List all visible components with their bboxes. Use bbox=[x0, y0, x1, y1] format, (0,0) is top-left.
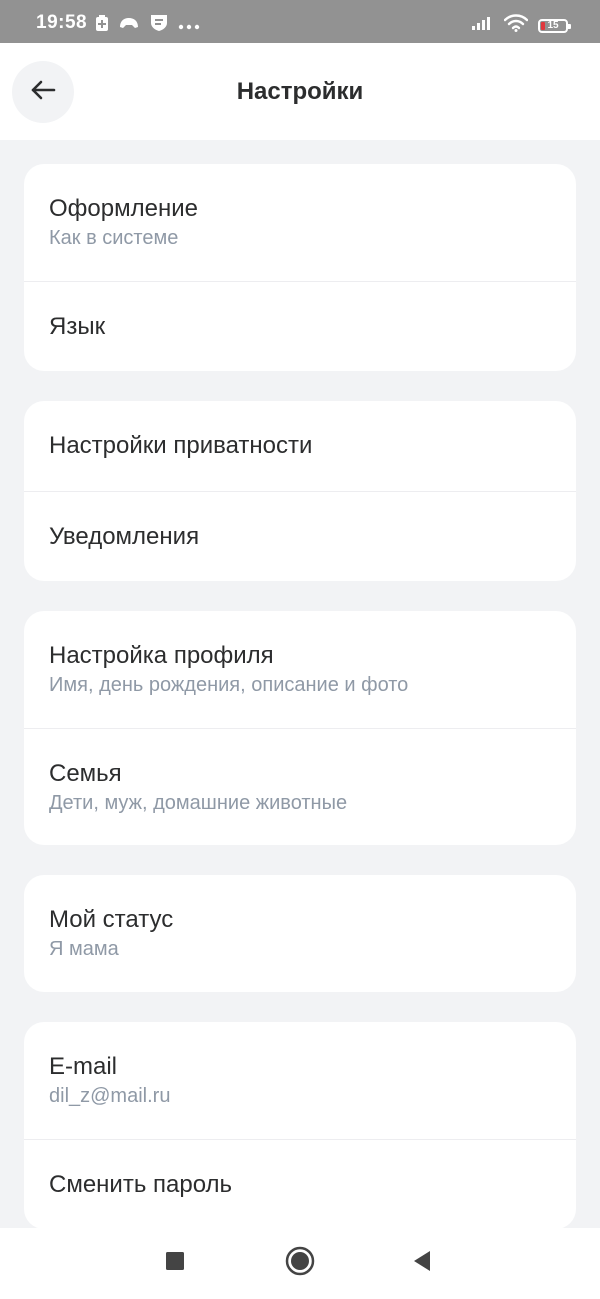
setting-subtitle: Я мама bbox=[49, 938, 119, 960]
status-right-icons: 15 bbox=[472, 14, 571, 37]
status-left-icons bbox=[96, 14, 200, 37]
page-title: Настройки bbox=[236, 78, 364, 105]
home-button[interactable] bbox=[260, 1228, 340, 1299]
setting-subtitle: Имя, день рождения, описание и фото bbox=[49, 674, 409, 696]
system-nav-bar bbox=[0, 1228, 600, 1299]
profile-setting[interactable]: Настройка профиля Имя, день рождения, оп… bbox=[24, 611, 576, 728]
setting-title: Сменить пароль bbox=[49, 1170, 233, 1198]
game-icon bbox=[118, 15, 140, 36]
nav-back-button[interactable] bbox=[382, 1228, 462, 1299]
change-password-setting[interactable]: Сменить пароль bbox=[24, 1139, 576, 1229]
more-dots-icon bbox=[178, 17, 200, 35]
appearance-setting[interactable]: Оформление Как в системе bbox=[24, 164, 576, 281]
email-setting[interactable]: E-mail dil_z@mail.ru bbox=[24, 1022, 576, 1139]
settings-card-appearance: Оформление Как в системе Язык bbox=[24, 164, 576, 371]
setting-subtitle: dil_z@mail.ru bbox=[49, 1085, 171, 1107]
settings-card-status: Мой статус Я мама bbox=[24, 875, 576, 992]
setting-title: Мой статус bbox=[49, 906, 174, 933]
setting-title: Оформление bbox=[49, 195, 198, 222]
battery-icon: 15 bbox=[538, 18, 571, 33]
setting-title: Язык bbox=[49, 312, 106, 340]
app-header: Настройки bbox=[0, 43, 600, 140]
setting-title: Семья bbox=[49, 759, 122, 787]
back-triangle-icon bbox=[412, 1250, 432, 1277]
settings-card-privacy: Настройки приватности Уведомления bbox=[24, 401, 576, 581]
privacy-setting[interactable]: Настройки приватности bbox=[24, 401, 576, 491]
status-time: 19:58 bbox=[36, 12, 88, 33]
setting-subtitle: Как в системе bbox=[49, 227, 179, 249]
setting-title: Уведомления bbox=[49, 522, 200, 550]
status-setting[interactable]: Мой статус Я мама bbox=[24, 875, 576, 992]
recents-button[interactable] bbox=[135, 1228, 215, 1299]
home-circle-icon bbox=[285, 1246, 315, 1281]
battery-saver-icon bbox=[96, 15, 108, 36]
status-bar: 19:58 15 bbox=[0, 0, 600, 43]
wifi-icon bbox=[503, 14, 529, 37]
signal-icon bbox=[472, 16, 494, 35]
shield-icon bbox=[150, 14, 168, 37]
setting-title: Настройки приватности bbox=[49, 432, 313, 459]
battery-level-fill bbox=[541, 21, 545, 30]
family-setting[interactable]: Семья Дети, муж, домашние животные bbox=[24, 728, 576, 845]
notifications-setting[interactable]: Уведомления bbox=[24, 491, 576, 581]
setting-title: E-mail bbox=[49, 1053, 118, 1080]
battery-level-text: 15 bbox=[547, 19, 559, 31]
settings-card-account: E-mail dil_z@mail.ru Сменить пароль bbox=[24, 1022, 576, 1229]
settings-list: Оформление Как в системе Язык Настройки … bbox=[24, 164, 576, 1259]
language-setting[interactable]: Язык bbox=[24, 281, 576, 371]
recents-square-icon bbox=[165, 1251, 185, 1276]
setting-subtitle: Дети, муж, домашние животные bbox=[49, 791, 348, 814]
settings-card-profile: Настройка профиля Имя, день рождения, оп… bbox=[24, 611, 576, 845]
setting-title: Настройка профиля bbox=[49, 642, 274, 669]
